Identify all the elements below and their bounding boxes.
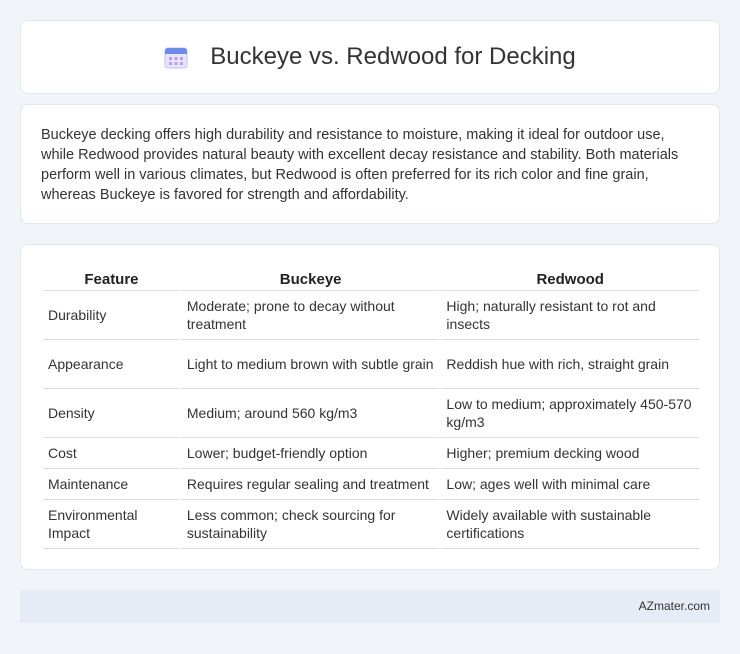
buckeye-cell: Lower; budget-friendly option (181, 438, 440, 469)
buckeye-cell: Medium; around 560 kg/m3 (181, 389, 440, 438)
column-header-feature: Feature (43, 265, 180, 291)
page-title: Buckeye vs. Redwood for Decking (210, 43, 576, 70)
header-card: Buckeye vs. Redwood for Decking (20, 20, 720, 94)
footer-site-link[interactable]: AZmater.com (639, 599, 710, 613)
calendar-icon (164, 45, 188, 69)
feature-cell: Appearance (43, 340, 180, 389)
redwood-cell: Reddish hue with rich, straight grain (441, 340, 699, 389)
feature-cell: Cost (43, 438, 180, 469)
column-header-buckeye: Buckeye (181, 265, 440, 291)
comparison-card: Feature Buckeye Redwood Durability Moder… (20, 244, 720, 570)
table-row: Cost Lower; budget-friendly option Highe… (43, 438, 699, 469)
summary-text: Buckeye decking offers high durability a… (41, 127, 679, 203)
buckeye-cell: Moderate; prone to decay without treatme… (181, 291, 440, 340)
summary-card: Buckeye decking offers high durability a… (20, 104, 720, 224)
buckeye-cell: Requires regular sealing and treatment (181, 469, 440, 500)
table-row: Density Medium; around 560 kg/m3 Low to … (43, 389, 699, 438)
comparison-table: Feature Buckeye Redwood Durability Moder… (41, 265, 701, 549)
table-row: Appearance Light to medium brown with su… (43, 340, 699, 389)
table-header-row: Feature Buckeye Redwood (43, 265, 699, 291)
column-header-redwood: Redwood (441, 265, 699, 291)
table-row: Environmental Impact Less common; check … (43, 500, 699, 549)
footer: AZmater.com (20, 590, 720, 623)
buckeye-cell: Light to medium brown with subtle grain (181, 340, 440, 389)
redwood-cell: Low; ages well with minimal care (441, 469, 699, 500)
feature-cell: Durability (43, 291, 180, 340)
feature-cell: Density (43, 389, 180, 438)
feature-cell: Maintenance (43, 469, 180, 500)
redwood-cell: Low to medium; approximately 450-570 kg/… (441, 389, 699, 438)
feature-cell: Environmental Impact (43, 500, 180, 549)
table-row: Durability Moderate; prone to decay with… (43, 291, 699, 340)
redwood-cell: Higher; premium decking wood (441, 438, 699, 469)
buckeye-cell: Less common; check sourcing for sustaina… (181, 500, 440, 549)
redwood-cell: High; naturally resistant to rot and ins… (441, 291, 699, 340)
table-row: Maintenance Requires regular sealing and… (43, 469, 699, 500)
redwood-cell: Widely available with sustainable certif… (441, 500, 699, 549)
